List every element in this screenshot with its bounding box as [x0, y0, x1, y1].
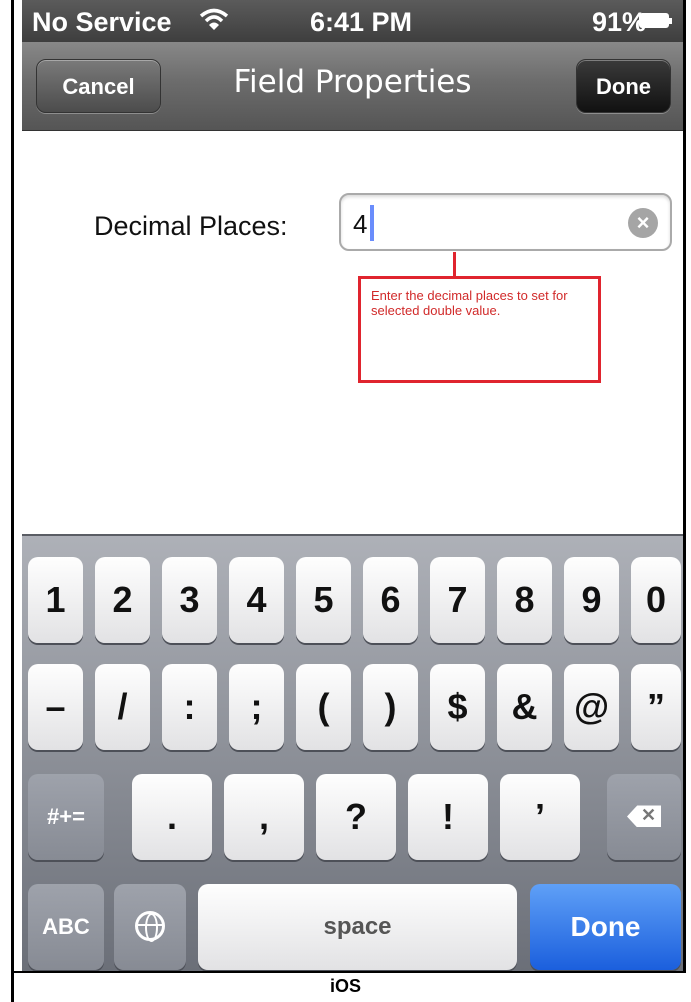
key-apostrophe[interactable]: ’ — [500, 774, 580, 860]
frame-border-bottom — [11, 971, 686, 973]
keyboard-divider — [22, 534, 683, 536]
symbols-toggle-key[interactable]: #+= — [28, 774, 104, 860]
platform-caption: iOS — [329, 976, 361, 996]
key-semicolon[interactable]: ; — [229, 664, 284, 750]
key-period[interactable]: . — [132, 774, 212, 860]
decimal-places-value: 4 — [353, 209, 368, 239]
globe-key[interactable] — [114, 884, 186, 970]
key-8[interactable]: 8 — [497, 557, 552, 643]
key-3[interactable]: 3 — [162, 557, 217, 643]
numeric-keyboard: 1 2 3 4 5 6 7 8 9 0 – / : ; ( ) $ & @ ” … — [22, 534, 683, 971]
key-open-paren[interactable]: ( — [296, 664, 351, 750]
key-at[interactable]: @ — [564, 664, 619, 750]
key-quote[interactable]: ” — [631, 664, 681, 750]
key-close-paren[interactable]: ) — [363, 664, 418, 750]
battery-percent: 91% — [592, 7, 647, 37]
key-9[interactable]: 9 — [564, 557, 619, 643]
carrier-label: No Service — [32, 7, 172, 37]
key-1[interactable]: 1 — [28, 557, 83, 643]
done-button[interactable]: Done — [576, 59, 671, 113]
status-time: 6:41 PM — [310, 7, 413, 37]
decimal-places-input[interactable]: 4 × — [339, 193, 672, 251]
annotation-callout: Enter the decimal places to set for sele… — [358, 276, 601, 383]
text-cursor — [370, 205, 374, 241]
annotation-text: Enter the decimal places to set for sele… — [371, 288, 568, 318]
battery-icon — [639, 13, 672, 28]
keyboard-done-key[interactable]: Done — [530, 884, 681, 970]
key-dollar[interactable]: $ — [430, 664, 485, 750]
key-6[interactable]: 6 — [363, 557, 418, 643]
key-ampersand[interactable]: & — [497, 664, 552, 750]
key-2[interactable]: 2 — [95, 557, 150, 643]
key-colon[interactable]: : — [162, 664, 217, 750]
key-0[interactable]: 0 — [631, 557, 681, 643]
annotation-pointer — [453, 252, 456, 277]
phone-screen: No Service 6:41 PM 91% Cancel Field Prop… — [22, 0, 683, 971]
frame-border-left — [11, 0, 14, 1002]
abc-key[interactable]: ABC — [28, 884, 104, 970]
backspace-key[interactable]: ✕ — [607, 774, 681, 860]
globe-icon — [135, 911, 165, 943]
key-dash[interactable]: – — [28, 664, 83, 750]
navigation-bar: Cancel Field Properties Done — [22, 42, 683, 131]
decimal-places-label: Decimal Places: — [94, 211, 288, 241]
key-exclamation[interactable]: ! — [408, 774, 488, 860]
key-comma[interactable]: , — [224, 774, 304, 860]
key-7[interactable]: 7 — [430, 557, 485, 643]
key-4[interactable]: 4 — [229, 557, 284, 643]
backspace-icon: ✕ — [627, 805, 661, 828]
key-question[interactable]: ? — [316, 774, 396, 860]
key-5[interactable]: 5 — [296, 557, 351, 643]
status-bar: No Service 6:41 PM 91% — [22, 0, 683, 42]
frame-border-right — [683, 0, 686, 972]
clear-icon[interactable]: × — [628, 208, 658, 238]
wifi-icon — [199, 8, 229, 39]
space-key[interactable]: space — [198, 884, 517, 970]
key-slash[interactable]: / — [95, 664, 150, 750]
